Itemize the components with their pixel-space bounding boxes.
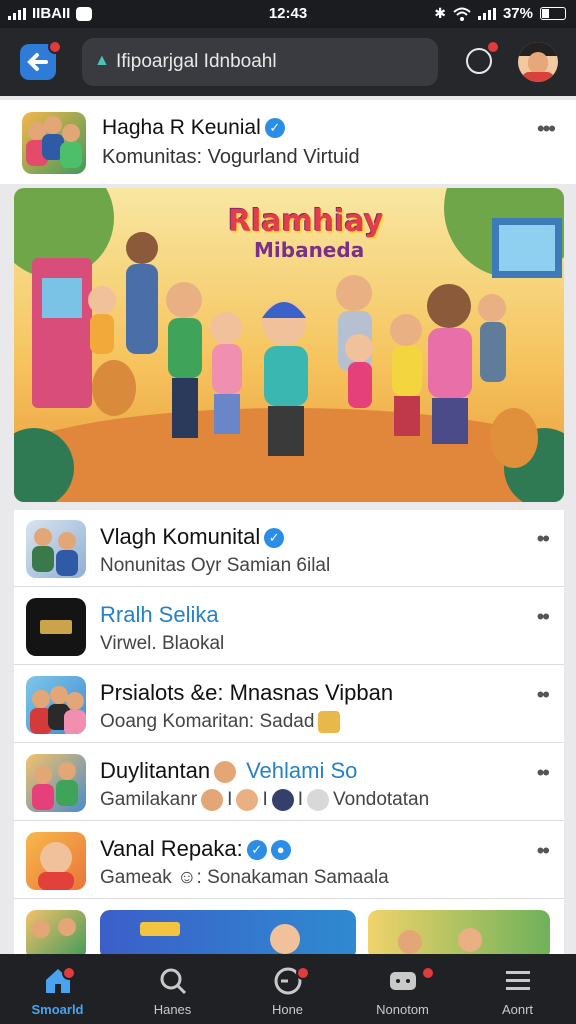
community-banner[interactable]: Rlamhiay Mibaneda (14, 188, 564, 502)
bluetooth-icon: ✱ (434, 5, 446, 21)
verified-icon: ✓ (264, 528, 285, 549)
search-bar[interactable]: ▲ Ifipoarjgal Idnboahl (82, 38, 438, 86)
verified-icon: ✓ (264, 118, 285, 139)
community-thumbnail (26, 676, 86, 734)
list-item[interactable]: Rralh Selika Virwel. Blaokal •• (14, 588, 564, 665)
battery-percent: 37% (502, 5, 533, 22)
tab-label: Hanes (153, 1002, 192, 1017)
promo-card[interactable] (100, 910, 356, 954)
community-thumbnail (26, 598, 86, 656)
list-item-title: Duylitantan Vehlami So (100, 758, 358, 784)
more-options-icon[interactable]: •• (537, 760, 550, 786)
featured-community-subtitle: Komunitas: Vogurland Virtuid (102, 146, 360, 168)
emoji-icon: ☺: (171, 867, 208, 888)
verified-icon: ● (270, 840, 291, 861)
tab-search[interactable]: Hanes (115, 954, 230, 1024)
list-item-subtitle: Gameak ☺: Sonakaman Samaala (100, 867, 389, 888)
community-list: Vlagh Komunital ✓ Nonunitas Oyr Samian 6i… (14, 510, 564, 954)
banner-subtitle: Mibaneda (254, 238, 365, 262)
list-item-title: Vanal Repaka: ✓ ● (100, 836, 291, 862)
list-item[interactable]: Vlagh Komunital ✓ Nonunitas Oyr Samian 6i… (14, 510, 564, 587)
list-item-subtitle: Virwel. Blaokal (100, 633, 225, 654)
notification-badge (48, 40, 62, 54)
list-item-subtitle: Gamilakanr I I I Vondotatan (100, 789, 430, 811)
list-item[interactable]: Vanal Repaka: ✓ ● Gameak ☺: Sonakaman Sama… (14, 822, 564, 899)
tab-label: Hone (271, 1002, 304, 1017)
community-thumbnail (26, 520, 86, 578)
avatar-icon (236, 789, 259, 811)
chat-icon (390, 972, 416, 990)
list-item-subtitle: Ooang Komaritan: Sadad (100, 711, 344, 733)
more-options-icon[interactable]: •• (537, 526, 550, 552)
more-options-icon[interactable]: •• (537, 604, 550, 630)
menu-icon (506, 971, 530, 990)
featured-community-card[interactable]: Hagha R Keunial ✓ Komunitas: Vogurland Vi… (0, 100, 576, 184)
tab-home[interactable]: Smoarld (0, 954, 115, 1024)
avatar-icon (214, 761, 237, 784)
more-options-icon[interactable]: •• (537, 682, 550, 708)
tab-badge (421, 966, 435, 980)
avatar-icon (201, 789, 224, 811)
tab-label: Aonrt (501, 1002, 534, 1017)
tab-badge (296, 966, 310, 980)
profile-avatar[interactable] (518, 42, 558, 82)
banner-title: Rlamhiay (228, 204, 384, 239)
community-thumbnail (26, 754, 86, 812)
tab-badge (62, 966, 76, 980)
emoji-icon (318, 711, 341, 733)
list-item-title: Vlagh Komunital ✓ (100, 524, 285, 550)
tab-activity[interactable]: Hone (230, 954, 345, 1024)
avatar-icon (307, 789, 329, 811)
search-icon (160, 968, 187, 995)
verified-icon: ✓ (246, 840, 267, 861)
list-item-title: Rralh Selika (100, 602, 219, 627)
community-thumbnail (26, 910, 86, 954)
location-pin-icon: ▲ (94, 52, 110, 69)
tab-menu[interactable]: Aonrt (460, 954, 575, 1024)
featured-community-thumbnail (22, 112, 86, 174)
battery-icon (540, 7, 566, 20)
tab-label: Smoarld (31, 1002, 84, 1017)
more-options-icon[interactable]: ••• (537, 116, 556, 142)
top-bar: ▲ Ifipoarjgal Idnboahl (0, 28, 576, 96)
tab-messages[interactable]: Nonotom (345, 954, 460, 1024)
cell-signal-icon (477, 7, 496, 20)
bottom-tab-bar: Smoarld Hanes Hone Nonotom Aonrt (0, 954, 576, 1024)
list-item-title: Prsialots &e: Mnasnas Vipban (100, 680, 394, 705)
promo-card[interactable] (368, 910, 550, 954)
list-item-subtitle: Nonunitas Oyr Samian 6ilal (100, 555, 331, 576)
wifi-icon (453, 7, 471, 21)
status-bar: IIBAII 12:43 ✱ 37% (0, 0, 576, 28)
featured-community-title: Hagha R Keunial ✓ (102, 116, 285, 140)
tab-label: Nonotom (376, 1002, 429, 1017)
list-item[interactable] (14, 900, 564, 954)
avatar-icon (271, 789, 294, 811)
more-options-icon[interactable]: •• (537, 838, 550, 864)
search-input[interactable]: Ifipoarjgal Idnboahl (116, 51, 277, 73)
community-thumbnail (26, 832, 86, 890)
list-item[interactable]: Prsialots &e: Mnasnas Vipban Ooang Komar… (14, 666, 564, 743)
list-item[interactable]: Duylitantan Vehlami So Gamilakanr I I I Vondo… (14, 744, 564, 821)
bell-badge (486, 40, 500, 54)
